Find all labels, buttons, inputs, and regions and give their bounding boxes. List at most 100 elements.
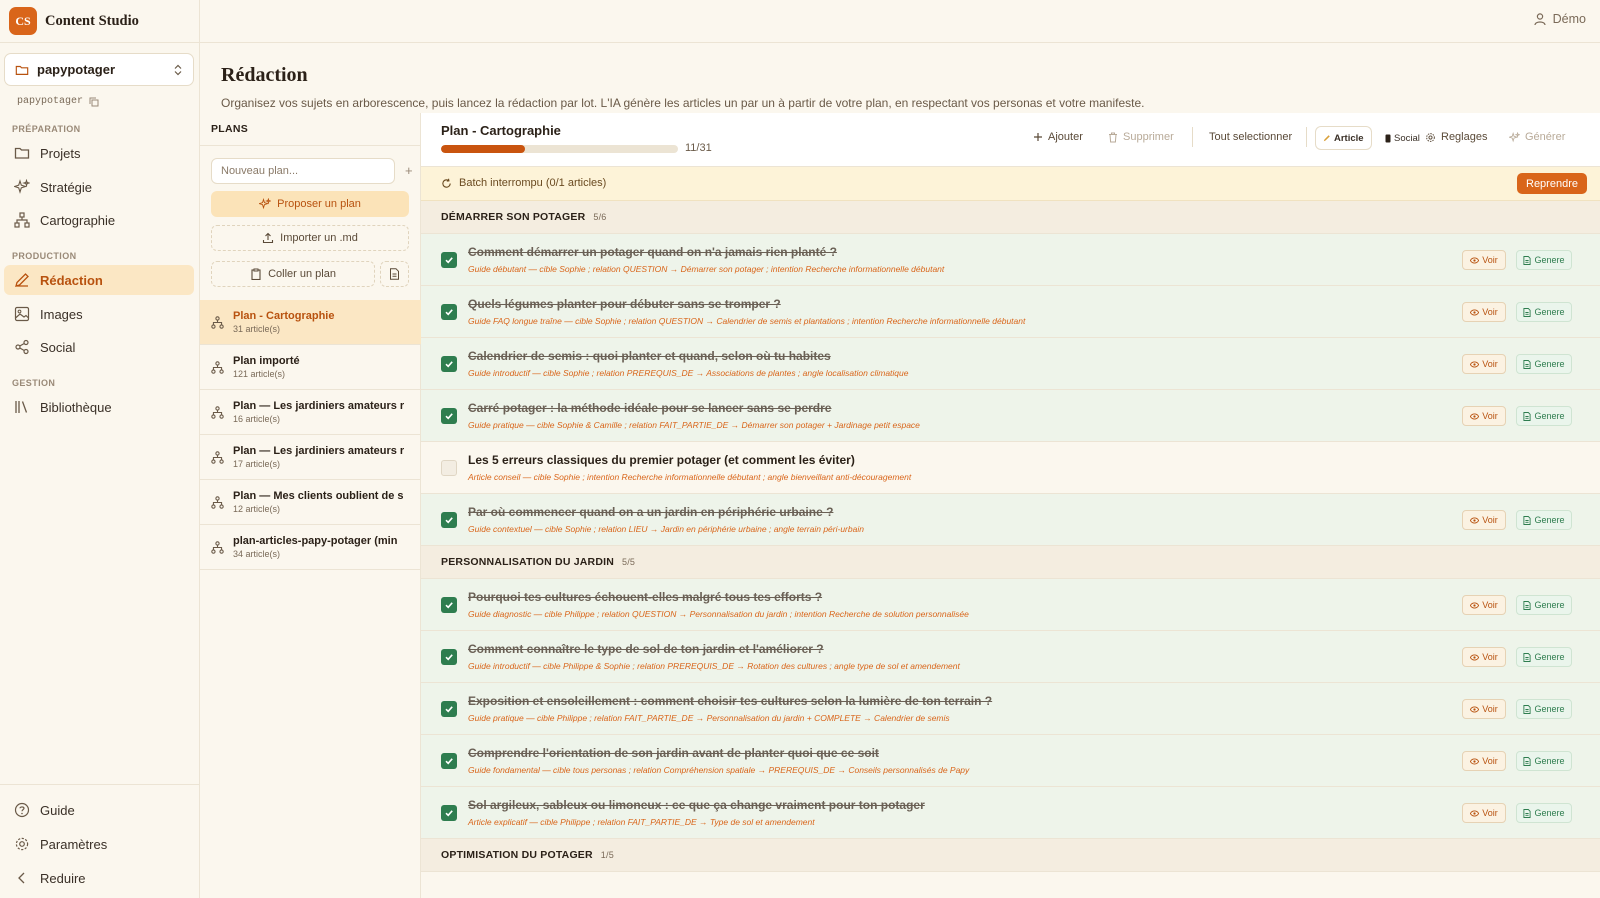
article-row[interactable]: Les 5 erreurs classiques du premier pota…: [421, 442, 1600, 494]
sitemap-icon: [211, 540, 225, 554]
document-icon: [1523, 704, 1532, 714]
plan-name: Plan — Mes clients oublient de s: [233, 490, 404, 502]
view-label: Voir: [1482, 808, 1498, 818]
article-row[interactable]: Comment démarrer un potager quand on n'a…: [421, 234, 1600, 286]
settings-button[interactable]: Reglages: [1425, 131, 1487, 143]
sidebar-item-images[interactable]: Images: [4, 299, 194, 329]
view-button[interactable]: Voir: [1462, 699, 1506, 719]
article-row[interactable]: Comprendre l'orientation de son jardin a…: [421, 735, 1600, 787]
article-row[interactable]: Pourquoi tes cultures échouent-elles mal…: [421, 579, 1600, 631]
sidebar-item-bibliotheque[interactable]: Bibliothèque: [4, 392, 194, 422]
generate-button[interactable]: Générer: [1509, 131, 1565, 143]
article-checkbox[interactable]: [441, 460, 457, 476]
generated-badge[interactable]: Genere: [1516, 647, 1572, 667]
project-selector[interactable]: papypotager: [4, 53, 194, 86]
paste-plan-button[interactable]: Coller un plan: [211, 261, 375, 287]
sidebar-item-label: Reduire: [40, 870, 86, 886]
chevron-updown-icon: [173, 64, 183, 76]
plan-item[interactable]: Plan — Mes clients oublient de s 12 artic…: [200, 480, 421, 525]
article-row[interactable]: Par où commencer quand on a un jardin en…: [421, 494, 1600, 546]
article-checkbox[interactable]: [441, 753, 457, 769]
sidebar-item-strategie[interactable]: Stratégie: [4, 172, 194, 202]
plan-item[interactable]: Plan — Les jardiniers amateurs r 17 artic…: [200, 435, 421, 480]
generated-label: Genere: [1534, 652, 1565, 662]
group-header: PERSONNALISATION DU JARDIN 5/5: [421, 546, 1600, 579]
add-plan-icon[interactable]: +: [405, 163, 413, 178]
view-button[interactable]: Voir: [1462, 647, 1506, 667]
brand[interactable]: CS Content Studio: [0, 0, 199, 43]
article-checkbox[interactable]: [441, 805, 457, 821]
section-label-production: PRODUCTION: [12, 251, 77, 261]
view-label: Voir: [1482, 359, 1498, 369]
article-checkbox[interactable]: [441, 356, 457, 372]
select-all-button[interactable]: Tout selectionner: [1209, 131, 1292, 143]
generated-badge[interactable]: Genere: [1516, 510, 1572, 530]
clipboard-icon: [250, 268, 262, 280]
generated-badge[interactable]: Genere: [1516, 354, 1572, 374]
user-icon: [1533, 12, 1547, 26]
generated-badge[interactable]: Genere: [1516, 803, 1572, 823]
article-checkbox[interactable]: [441, 408, 457, 424]
generated-label: Genere: [1534, 411, 1565, 421]
article-row[interactable]: Exposition et ensoleillement : comment c…: [421, 683, 1600, 735]
user-menu[interactable]: Démo: [1533, 12, 1586, 26]
page-subtitle: Organisez vos sujets en arborescence, pu…: [221, 96, 1145, 110]
generated-badge[interactable]: Genere: [1516, 751, 1572, 771]
article-row[interactable]: Quels légumes planter pour débuter sans …: [421, 286, 1600, 338]
view-button[interactable]: Voir: [1462, 302, 1506, 322]
plan-count: 17 article(s): [233, 459, 281, 469]
resume-button[interactable]: Reprendre: [1517, 173, 1587, 194]
view-button[interactable]: Voir: [1462, 803, 1506, 823]
propose-plan-button[interactable]: Proposer un plan: [211, 191, 409, 217]
plan-item[interactable]: plan-articles-papy-potager (min 34 articl…: [200, 525, 421, 570]
generated-badge[interactable]: Genere: [1516, 250, 1572, 270]
generated-badge[interactable]: Genere: [1516, 406, 1572, 426]
document-icon: [1523, 307, 1532, 317]
delete-button[interactable]: Supprimer: [1108, 131, 1174, 143]
view-button[interactable]: Voir: [1462, 406, 1506, 426]
view-label: Voir: [1482, 704, 1498, 714]
add-button[interactable]: Ajouter: [1033, 131, 1083, 143]
eye-icon: [1470, 602, 1480, 609]
article-meta: Guide FAQ longue traîne — cible Sophie ;…: [468, 316, 1026, 326]
article-checkbox[interactable]: [441, 304, 457, 320]
view-button[interactable]: Voir: [1462, 510, 1506, 530]
article-title: Exposition et ensoleillement : comment c…: [468, 694, 993, 708]
new-plan-input[interactable]: Nouveau plan...: [211, 158, 395, 184]
article-checkbox[interactable]: [441, 597, 457, 613]
sidebar-item-projets[interactable]: Projets: [4, 138, 194, 168]
article-row[interactable]: Comment connaître le type de sol de ton …: [421, 631, 1600, 683]
sidebar-item-redaction[interactable]: Rédaction: [4, 265, 194, 295]
generated-badge[interactable]: Genere: [1516, 302, 1572, 322]
sidebar-item-guide[interactable]: Guide: [4, 795, 194, 825]
sidebar-item-cartographie[interactable]: Cartographie: [4, 205, 194, 235]
plan-item[interactable]: Plan — Les jardiniers amateurs r 16 artic…: [200, 390, 421, 435]
article-checkbox[interactable]: [441, 252, 457, 268]
batch-status: Batch interrompu (0/1 articles): [441, 177, 606, 189]
import-md-button[interactable]: Importer un .md: [211, 225, 409, 251]
article-checkbox[interactable]: [441, 701, 457, 717]
generated-badge[interactable]: Genere: [1516, 595, 1572, 615]
article-row[interactable]: Carré potager : la méthode idéale pour s…: [421, 390, 1600, 442]
sidebar-item-reduire[interactable]: Reduire: [4, 863, 194, 893]
sidebar-item-parametres[interactable]: Paramètres: [4, 829, 194, 859]
view-button[interactable]: Voir: [1462, 250, 1506, 270]
mode-social-button[interactable]: Social: [1378, 127, 1427, 149]
article-checkbox[interactable]: [441, 512, 457, 528]
copy-icon[interactable]: [89, 97, 99, 107]
document-icon-button[interactable]: [380, 261, 409, 287]
sidebar: CS Content Studio papypotager papypotage…: [0, 0, 200, 898]
article-row[interactable]: Sol argileux, sableux ou limoneux : ce q…: [421, 787, 1600, 839]
plan-item[interactable]: Plan - Cartographie 31 article(s): [200, 300, 421, 345]
mode-article-button[interactable]: Article: [1316, 127, 1371, 149]
view-button[interactable]: Voir: [1462, 595, 1506, 615]
article-checkbox[interactable]: [441, 649, 457, 665]
article-row[interactable]: Calendrier de semis : quoi planter et qu…: [421, 338, 1600, 390]
article-meta: Article conseil — cible Sophie ; intenti…: [468, 472, 912, 482]
generated-badge[interactable]: Genere: [1516, 699, 1572, 719]
view-button[interactable]: Voir: [1462, 354, 1506, 374]
sidebar-item-social[interactable]: Social: [4, 332, 194, 362]
eye-icon: [1470, 654, 1480, 661]
plan-item[interactable]: Plan importé 121 article(s): [200, 345, 421, 390]
view-button[interactable]: Voir: [1462, 751, 1506, 771]
